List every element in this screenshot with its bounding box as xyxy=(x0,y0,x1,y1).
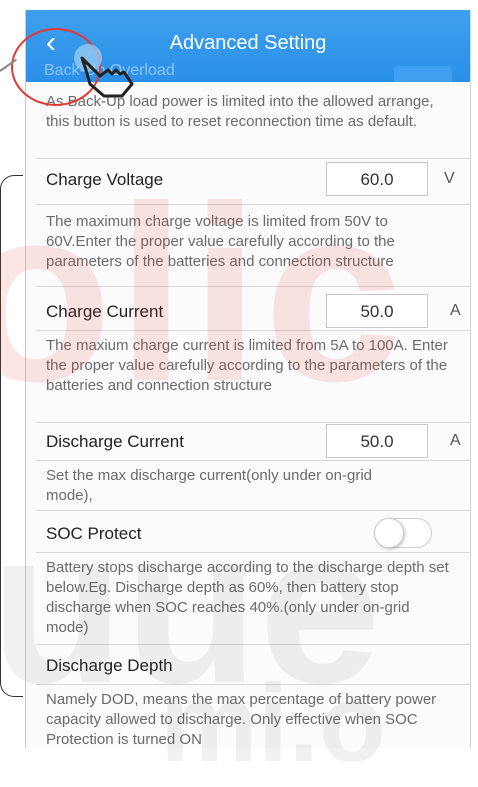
discharge-current-label: Discharge Current xyxy=(46,432,184,451)
soc-protect-toggle[interactable] xyxy=(374,518,432,548)
charge-current-unit: A xyxy=(450,302,461,319)
divider xyxy=(36,422,470,423)
app-screen: ‹ Advanced Setting Back-Up Overload As B… xyxy=(26,10,470,748)
discharge-current-description: Set the max discharge current(only under… xyxy=(46,467,373,504)
divider xyxy=(36,510,470,511)
annotation-bracket xyxy=(0,175,23,697)
discharge-depth-label: Discharge Depth xyxy=(46,656,173,675)
divider xyxy=(36,460,470,461)
charge-voltage-unit: V xyxy=(444,170,455,187)
divider xyxy=(36,158,470,159)
toggle-knob xyxy=(374,518,404,548)
charge-current-description: The maxium charge current is limited fro… xyxy=(46,337,448,394)
discharge-current-input[interactable]: 50.0 xyxy=(326,424,428,458)
charge-voltage-input[interactable]: 60.0 xyxy=(326,162,428,196)
divider xyxy=(36,684,470,685)
divider xyxy=(36,286,470,287)
reset-button[interactable] xyxy=(394,66,452,82)
discharge-current-unit: A xyxy=(450,432,461,449)
divider xyxy=(36,330,470,331)
pointing-hand-icon xyxy=(74,44,134,98)
soc-protect-description: Battery stops discharge according to the… xyxy=(46,559,449,636)
charge-voltage-label: Charge Voltage xyxy=(46,170,164,189)
divider xyxy=(36,644,470,645)
discharge-depth-description: Namely DOD, means the max percentage of … xyxy=(46,691,437,748)
charge-voltage-description: The maximum charge voltage is limited fr… xyxy=(46,213,395,270)
charge-current-label: Charge Current xyxy=(46,302,164,321)
device-frame-right xyxy=(470,10,471,748)
divider xyxy=(36,552,470,553)
charge-current-input[interactable]: 50.0 xyxy=(326,294,428,328)
soc-protect-label: SOC Protect xyxy=(46,524,142,543)
divider xyxy=(36,204,470,205)
